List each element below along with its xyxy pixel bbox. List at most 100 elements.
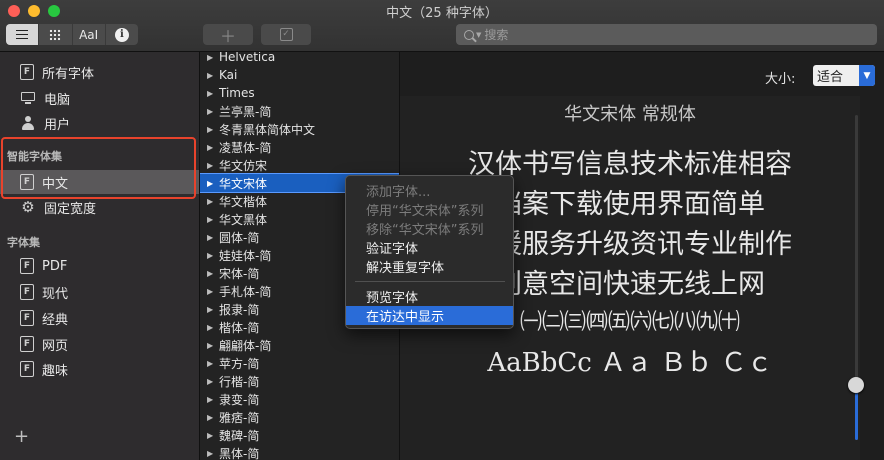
size-label: 大小: bbox=[765, 72, 796, 87]
font-info-button[interactable]: i bbox=[106, 24, 138, 45]
context-menu-item[interactable]: 移除“华文宋体”系列 bbox=[346, 219, 513, 238]
font-family-row[interactable]: ▶ 雅痞-简 bbox=[200, 408, 399, 426]
annotation-highlight-box bbox=[1, 137, 196, 199]
disclosure-triangle-icon[interactable]: ▶ bbox=[207, 431, 214, 440]
window-title: 中文（25 种字体） bbox=[386, 6, 498, 21]
sidebar: F 所有字体 电脑 用户 智能字体集 F 中文 ⚙ 固定宽度 字体集 F PDF… bbox=[0, 52, 200, 460]
sidebar-item-label: PDF bbox=[42, 258, 68, 274]
search-field[interactable]: ▼ 搜索 bbox=[456, 24, 877, 45]
disclosure-triangle-icon[interactable]: ▶ bbox=[207, 197, 214, 206]
context-menu-item[interactable]: 在访达中显示 bbox=[346, 306, 513, 325]
size-select[interactable]: 适合 ▼ bbox=[813, 65, 875, 86]
disclosure-triangle-icon[interactable]: ▶ bbox=[207, 305, 214, 314]
disclosure-triangle-icon[interactable]: ▶ bbox=[207, 287, 214, 296]
disclosure-triangle-icon[interactable]: ▶ bbox=[207, 53, 214, 62]
context-menu-item[interactable]: 添加字体... bbox=[346, 181, 513, 200]
font-book-icon: F bbox=[20, 361, 34, 377]
grid-view-button[interactable] bbox=[39, 24, 73, 45]
gear-icon: ⚙ bbox=[21, 198, 35, 216]
add-collection-button[interactable]: + bbox=[14, 426, 29, 447]
sidebar-item-pdf[interactable]: F PDF bbox=[0, 254, 199, 278]
context-menu-item[interactable]: 验证字体 bbox=[346, 238, 513, 257]
font-family-label: 娃娃体-简 bbox=[219, 248, 272, 263]
font-family-label: 兰亭黑-简 bbox=[219, 104, 272, 119]
font-family-label: 华文楷体 bbox=[219, 194, 268, 209]
sidebar-item-label: 现代 bbox=[42, 286, 69, 302]
context-menu-separator bbox=[355, 281, 505, 282]
sidebar-item-all-fonts[interactable]: F 所有字体 bbox=[0, 60, 199, 84]
size-select-value: 适合 bbox=[817, 70, 844, 85]
font-family-row[interactable]: ▶ 凌慧体-简 bbox=[200, 138, 399, 156]
disclosure-triangle-icon[interactable]: ▶ bbox=[207, 161, 214, 170]
disclosure-triangle-icon[interactable]: ▶ bbox=[207, 251, 214, 260]
add-font-button[interactable]: ＋ bbox=[203, 24, 253, 46]
disclosure-triangle-icon[interactable]: ▶ bbox=[207, 107, 214, 116]
font-family-label: 行楷-简 bbox=[219, 374, 260, 389]
sidebar-item-web[interactable]: F 网页 bbox=[0, 332, 199, 356]
font-book-icon: F bbox=[20, 284, 34, 300]
font-family-row[interactable]: ▶ 冬青黑体简体中文 bbox=[200, 120, 399, 138]
font-family-row[interactable]: ▶ 翩翩体-简 bbox=[200, 336, 399, 354]
disclosure-triangle-icon[interactable]: ▶ bbox=[207, 143, 214, 152]
font-book-icon: F bbox=[20, 64, 34, 80]
disclosure-triangle-icon[interactable]: ▶ bbox=[207, 323, 214, 332]
title-bar: 中文（25 种字体） AaI i ＋ ✓ ▼ 搜索 bbox=[0, 0, 884, 52]
disclosure-triangle-icon[interactable]: ▶ bbox=[207, 395, 214, 404]
disclosure-triangle-icon[interactable]: ▶ bbox=[207, 269, 214, 278]
preview-size-slider-knob[interactable] bbox=[848, 377, 864, 393]
size-bar: 大小: 适合 ▼ bbox=[400, 52, 884, 96]
font-family-label: 雅痞-简 bbox=[219, 410, 260, 425]
font-family-label: Times bbox=[219, 86, 255, 100]
font-family-row[interactable]: ▶ Helvetica bbox=[200, 52, 399, 66]
font-family-row[interactable]: ▶ 苹方-简 bbox=[200, 354, 399, 372]
context-menu-item[interactable]: 预览字体 bbox=[346, 287, 513, 306]
sidebar-item-label: 用户 bbox=[44, 117, 71, 133]
font-family-row[interactable]: ▶ 华文仿宋 bbox=[200, 156, 399, 174]
disclosure-triangle-icon[interactable]: ▶ bbox=[207, 341, 214, 350]
disclosure-triangle-icon[interactable]: ▶ bbox=[207, 359, 214, 368]
font-family-label: 宋体-简 bbox=[219, 266, 260, 281]
font-family-label: 华文宋体 bbox=[219, 176, 268, 191]
font-family-row[interactable]: ▶ Kai bbox=[200, 66, 399, 84]
font-family-label: 华文黑体 bbox=[219, 212, 268, 227]
disclosure-triangle-icon[interactable]: ▶ bbox=[207, 413, 214, 422]
font-family-row[interactable]: ▶ Times bbox=[200, 84, 399, 102]
font-family-label: 苹方-简 bbox=[219, 356, 260, 371]
preview-font-title: 华文宋体 常规体 bbox=[564, 104, 696, 125]
preview-sample-line: AaBbCc Ａａ Ｂｂ Ｃｃ bbox=[487, 348, 773, 378]
sidebar-item-label: 网页 bbox=[42, 338, 69, 354]
sidebar-item-user[interactable]: 用户 bbox=[0, 111, 199, 135]
disclosure-triangle-icon[interactable]: ▶ bbox=[207, 71, 214, 80]
font-family-row[interactable]: ▶ 魏碑-简 bbox=[200, 426, 399, 444]
sidebar-item-modern[interactable]: F 现代 bbox=[0, 280, 199, 304]
font-family-label: 楷体-简 bbox=[219, 320, 260, 335]
preview-size-slider-fill bbox=[855, 385, 858, 440]
sidebar-item-classic[interactable]: F 经典 bbox=[0, 306, 199, 330]
sidebar-item-computer[interactable]: 电脑 bbox=[0, 86, 199, 110]
disclosure-triangle-icon[interactable]: ▶ bbox=[207, 125, 214, 134]
font-book-icon: F bbox=[20, 258, 34, 274]
font-family-row[interactable]: ▶ 黑体-简 bbox=[200, 444, 399, 460]
disclosure-triangle-icon[interactable]: ▶ bbox=[207, 449, 214, 458]
context-menu-item[interactable]: 停用“华文宋体”系列 bbox=[346, 200, 513, 219]
disclosure-triangle-icon[interactable]: ▶ bbox=[207, 377, 214, 386]
sample-view-button[interactable] bbox=[6, 24, 40, 45]
font-family-label: 黑体-简 bbox=[219, 446, 260, 460]
font-book-icon: F bbox=[20, 336, 34, 352]
custom-sample-button[interactable]: AaI bbox=[73, 24, 106, 45]
context-menu-item[interactable]: 解决重复字体 bbox=[346, 257, 513, 276]
sidebar-item-label: 电脑 bbox=[44, 92, 71, 108]
sidebar-item-label: 趣味 bbox=[42, 363, 69, 379]
disclosure-triangle-icon[interactable]: ▶ bbox=[207, 233, 214, 242]
font-family-label: 魏碑-简 bbox=[219, 428, 260, 443]
disclosure-triangle-icon[interactable]: ▶ bbox=[207, 89, 214, 98]
chevron-down-icon: ▼ bbox=[476, 30, 482, 39]
enable-font-button[interactable]: ✓ bbox=[261, 24, 311, 45]
font-family-row[interactable]: ▶ 兰亭黑-简 bbox=[200, 102, 399, 120]
sidebar-item-fun[interactable]: F 趣味 bbox=[0, 357, 199, 381]
disclosure-triangle-icon[interactable]: ▶ bbox=[207, 215, 214, 224]
disclosure-triangle-icon[interactable]: ▶ bbox=[207, 179, 214, 188]
font-family-row[interactable]: ▶ 隶变-简 bbox=[200, 390, 399, 408]
lines-icon bbox=[16, 30, 29, 39]
font-family-row[interactable]: ▶ 行楷-简 bbox=[200, 372, 399, 390]
